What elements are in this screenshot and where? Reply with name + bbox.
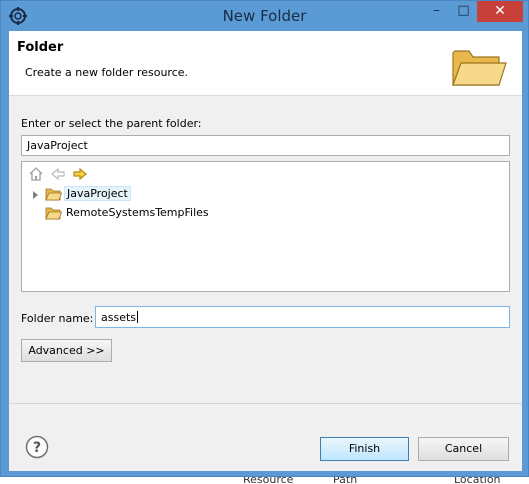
bg-column-resource: Resource [243,476,294,484]
bg-column-path: Path [333,476,358,484]
minimize-button[interactable]: – [423,1,450,22]
folder-name-label: Folder name: [21,312,94,325]
background-table-header: Resource Path Location [0,476,529,484]
wizard-header: Folder Create a new folder resource. [9,31,522,96]
tree-item-label: JavaProject [64,186,131,201]
dialog-body: Folder Create a new folder resource. Ent… [9,31,522,471]
folder-name-input[interactable]: assets [95,306,510,328]
close-button[interactable]: ✕ [477,1,523,22]
header-title: Folder [17,40,64,55]
open-folder-icon [452,50,507,86]
parent-folder-input[interactable]: JavaProject [21,135,510,156]
tree-item[interactable]: JavaProject [22,186,492,204]
forward-arrow-icon[interactable] [72,166,88,182]
project-folder-icon [45,207,62,220]
finish-button[interactable]: Finish [320,437,409,461]
cancel-button[interactable]: Cancel [418,437,509,461]
advanced-button[interactable]: Advanced >> [21,339,112,362]
tree-item[interactable]: RemoteSystemsTempFiles [22,205,492,223]
bg-column-location: Location [454,476,501,484]
home-icon[interactable] [28,166,44,182]
tree-item-label: RemoteSystemsTempFiles [66,206,209,219]
back-arrow-icon[interactable] [50,166,66,182]
maximize-button[interactable]: □ [450,1,477,22]
folder-name-value: assets [101,311,137,324]
text-caret [137,311,139,323]
title-bar[interactable]: New Folder – □ ✕ [1,1,528,31]
header-description: Create a new folder resource. [25,66,189,79]
help-icon[interactable]: ? [25,435,49,459]
folder-tree[interactable]: JavaProject RemoteSystemsTempFiles [21,161,510,292]
expand-arrow-icon[interactable] [33,191,38,199]
parent-folder-label: Enter or select the parent folder: [21,117,202,130]
footer-separator [9,403,522,404]
new-folder-dialog: New Folder – □ ✕ Folder Create a new fol… [0,0,529,477]
project-folder-icon [45,188,62,201]
svg-text:?: ? [33,440,41,456]
